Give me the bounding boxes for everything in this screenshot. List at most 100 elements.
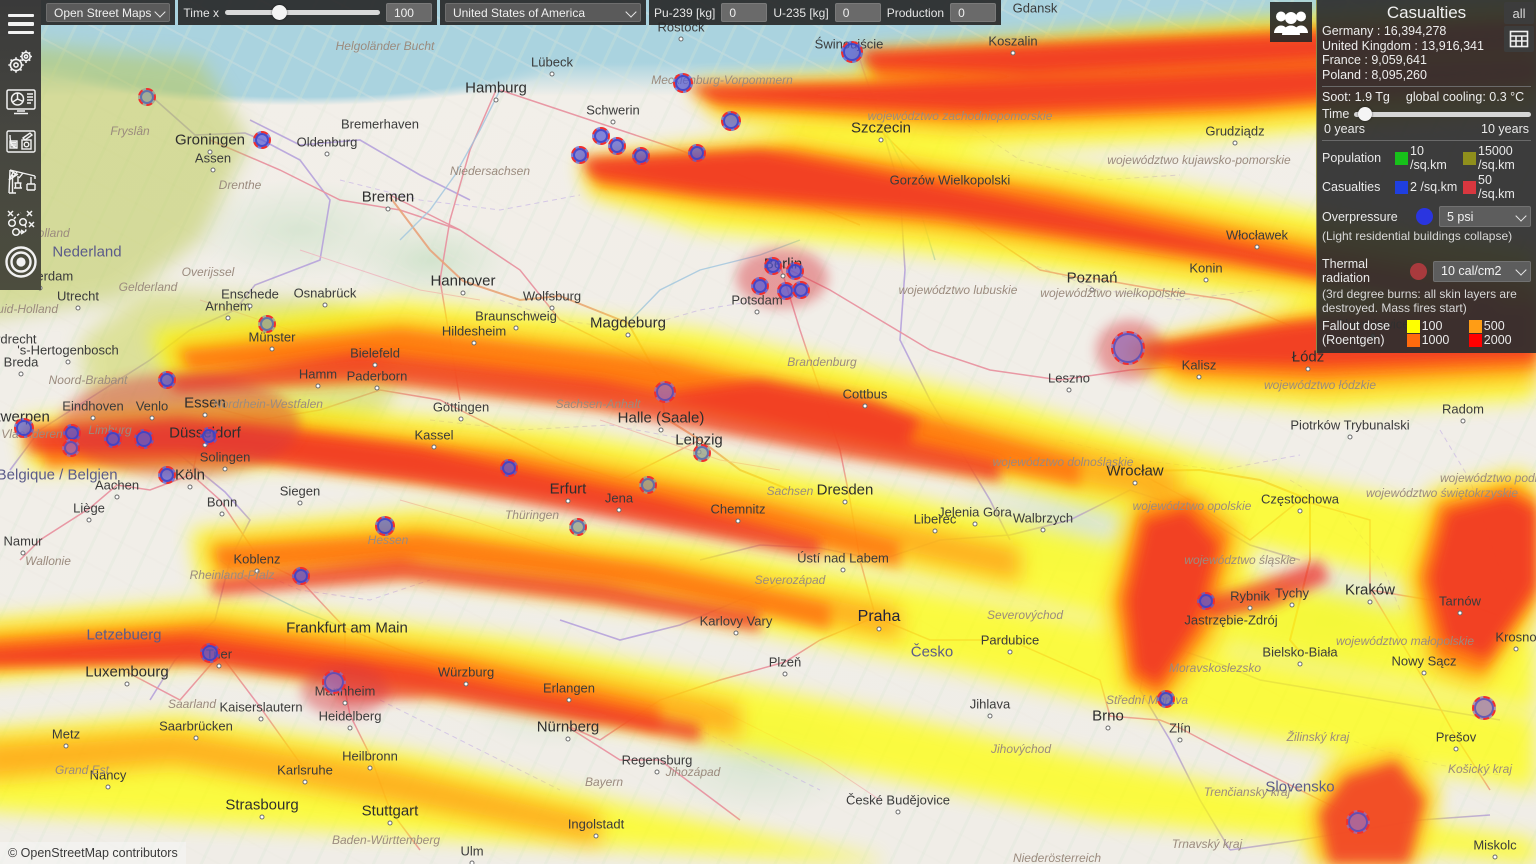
country-select[interactable]: United States of America — [444, 3, 641, 22]
detonation-marker[interactable] — [200, 643, 220, 663]
detonation-marker[interactable] — [375, 516, 395, 536]
time-multiplier-value[interactable]: 100 — [385, 3, 432, 22]
time-min-label: 0 years — [1324, 122, 1365, 136]
detonation-marker[interactable] — [322, 670, 346, 694]
detonation-marker[interactable] — [592, 127, 610, 145]
hamburger-icon-bar — [7, 13, 34, 18]
city-dot — [124, 681, 130, 687]
detonation-marker[interactable] — [1197, 592, 1215, 610]
city-dot — [458, 416, 464, 422]
sidebar-item-statistics[interactable] — [2, 82, 40, 122]
panel-time-slider[interactable] — [1354, 107, 1531, 121]
city-dot — [297, 500, 303, 506]
detonation-marker[interactable] — [673, 73, 693, 93]
detonation-marker[interactable] — [841, 41, 863, 63]
sidebar-item-design[interactable] — [2, 122, 40, 162]
detonation-marker[interactable] — [608, 137, 626, 155]
basemap-group: Open Street Maps — [41, 0, 176, 25]
sidebar-item-targets[interactable] — [2, 242, 40, 282]
overpressure-label: Overpressure — [1322, 209, 1398, 224]
chevron-down-icon — [1515, 264, 1527, 276]
fallout-value: 500 — [1483, 319, 1505, 333]
sidebar-item-construction[interactable] — [2, 162, 40, 202]
city-dot — [932, 528, 938, 534]
detonation-marker[interactable] — [1157, 690, 1175, 708]
basemap-select[interactable]: Open Street Maps — [46, 3, 171, 22]
slider-thumb[interactable] — [1357, 107, 1372, 121]
city-dot — [840, 567, 846, 573]
overpressure-select[interactable]: 5 psi — [1439, 206, 1531, 227]
table-view-button[interactable] — [1504, 26, 1534, 52]
detonation-marker[interactable] — [751, 277, 769, 295]
detonation-marker[interactable] — [792, 281, 810, 299]
map-canvas[interactable]: GdanskKoszalinRostockŚwinoujścieLübeckHa… — [0, 0, 1536, 864]
country-value: United States of America — [452, 5, 586, 20]
detonation-marker[interactable] — [1111, 331, 1145, 365]
thermal-label: Thermal radiation — [1322, 257, 1370, 285]
detonation-marker[interactable] — [654, 381, 676, 403]
city-dot — [1254, 244, 1260, 250]
detonation-marker[interactable] — [632, 147, 650, 165]
city-dot — [114, 494, 120, 500]
detonation-marker[interactable] — [693, 444, 711, 462]
detonation-marker[interactable] — [1346, 810, 1370, 834]
city-dot — [735, 518, 741, 524]
detonation-marker[interactable] — [721, 111, 741, 131]
fallout-swatch — [1406, 319, 1420, 333]
casualty-row: Germany : 16,394,278 — [1322, 24, 1447, 38]
hamburger-icon-bar — [7, 22, 34, 26]
detonation-marker[interactable] — [258, 315, 276, 333]
app-root: GdanskKoszalinRostockŚwinoujścieLübeckHa… — [0, 0, 1536, 864]
pu239-field[interactable]: 0 — [721, 3, 768, 22]
sidebar-item-settings[interactable] — [2, 42, 40, 82]
attribution[interactable]: © OpenStreetMap contributors — [0, 842, 186, 864]
fallout-item: 500 — [1468, 319, 1531, 333]
city-dot — [1007, 649, 1013, 655]
city-dot — [18, 371, 24, 377]
detonation-marker[interactable] — [500, 459, 518, 477]
detonation-marker[interactable] — [688, 144, 706, 162]
city-dot — [269, 346, 275, 352]
detonation-marker[interactable] — [158, 466, 176, 484]
time-multiplier-slider[interactable] — [224, 3, 380, 22]
u235-field[interactable]: 0 — [834, 3, 881, 22]
detonation-marker[interactable] — [200, 427, 218, 445]
city-dot — [1305, 366, 1311, 372]
detonation-marker[interactable] — [639, 476, 657, 494]
sidebar-item-strategy[interactable] — [2, 202, 40, 242]
basemap-value: Open Street Maps — [54, 5, 152, 20]
detonation-marker[interactable] — [158, 371, 176, 389]
detonation-marker[interactable] — [134, 429, 154, 449]
detonation-marker[interactable] — [104, 430, 122, 448]
global-cooling-value: global cooling: 0.3 °C — [1405, 90, 1525, 104]
city-dot — [431, 444, 437, 450]
thermal-select[interactable]: 10 cal/cm2 — [1433, 260, 1531, 282]
time-multiplier-label: Time x — [183, 5, 219, 20]
detonation-marker[interactable] — [138, 88, 156, 106]
detonation-marker[interactable] — [569, 518, 587, 536]
population-toggle-button[interactable] — [1270, 2, 1312, 42]
all-button[interactable]: all — [1504, 2, 1534, 24]
city-dot — [210, 167, 216, 173]
city-dot — [469, 860, 475, 864]
city-dot — [372, 362, 378, 368]
menu-button[interactable] — [2, 6, 40, 42]
city-dot — [754, 309, 760, 315]
detonation-marker[interactable] — [571, 146, 589, 164]
production-field[interactable]: 0 — [950, 3, 997, 22]
fallout-line-1: Fallout dose 100 500 — [1322, 319, 1531, 333]
slider-thumb[interactable] — [272, 5, 288, 20]
detonation-marker[interactable] — [253, 131, 271, 149]
city-dot — [972, 521, 978, 527]
panel-time-row: Time — [1322, 107, 1531, 121]
slider-track — [224, 10, 380, 15]
detonation-marker[interactable] — [292, 567, 310, 585]
detonation-marker[interactable] — [62, 439, 80, 457]
population-high-label: 15000 /sq.km — [1478, 144, 1515, 172]
detonation-marker[interactable] — [1472, 696, 1496, 720]
thermal-value: 10 cal/cm2 — [1441, 264, 1502, 278]
detonation-marker[interactable] — [14, 418, 34, 438]
detonation-marker[interactable] — [786, 262, 804, 280]
detonation-marker[interactable] — [764, 257, 782, 275]
overpressure-color-dot — [1416, 208, 1433, 225]
